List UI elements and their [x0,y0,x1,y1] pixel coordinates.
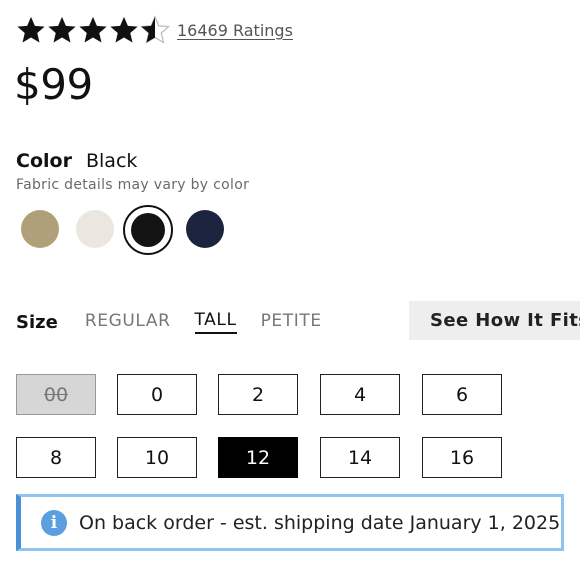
back-order-text: On back order - est. shipping date Janua… [79,511,561,534]
size-option-4[interactable]: 4 [320,374,400,415]
star-icon [17,16,45,43]
fit-tab-tall[interactable]: TALL [194,310,237,334]
fit-tab-petite[interactable]: PETITE [261,311,322,333]
price: $99 [14,60,93,109]
size-option-16[interactable]: 16 [422,437,502,478]
swatch-black[interactable] [131,213,165,247]
half-star-icon [140,15,170,44]
rating-row: 16469 Ratings [16,14,293,46]
see-how-it-fits-button[interactable]: See How It Fits [409,301,580,340]
ratings-link[interactable]: 16469 Ratings [177,21,293,40]
size-label: Size [16,311,58,333]
color-note: Fabric details may vary by color [16,177,250,193]
star-icon [110,16,138,43]
fit-tab-regular[interactable]: REGULAR [85,311,171,333]
color-row: Color Black [16,150,137,172]
size-option-10[interactable]: 10 [117,437,197,478]
size-option-0[interactable]: 0 [117,374,197,415]
size-row: Size REGULAR TALL PETITE [16,308,346,336]
swatch-cream[interactable] [76,210,114,248]
star-icon [48,16,76,43]
color-label: Color [16,150,72,172]
size-option-14[interactable]: 14 [320,437,400,478]
star-icon [79,16,107,43]
size-option-00[interactable]: 00 [16,374,96,415]
size-option-6[interactable]: 6 [422,374,502,415]
selected-color: Black [85,150,138,172]
size-option-12[interactable]: 12 [218,437,298,478]
swatch-khaki[interactable] [21,210,59,248]
swatch-navy[interactable] [186,210,224,248]
back-order-notice: i On back order - est. shipping date Jan… [16,494,564,551]
size-option-8[interactable]: 8 [16,437,96,478]
size-option-2[interactable]: 2 [218,374,298,415]
info-icon: i [41,509,67,536]
